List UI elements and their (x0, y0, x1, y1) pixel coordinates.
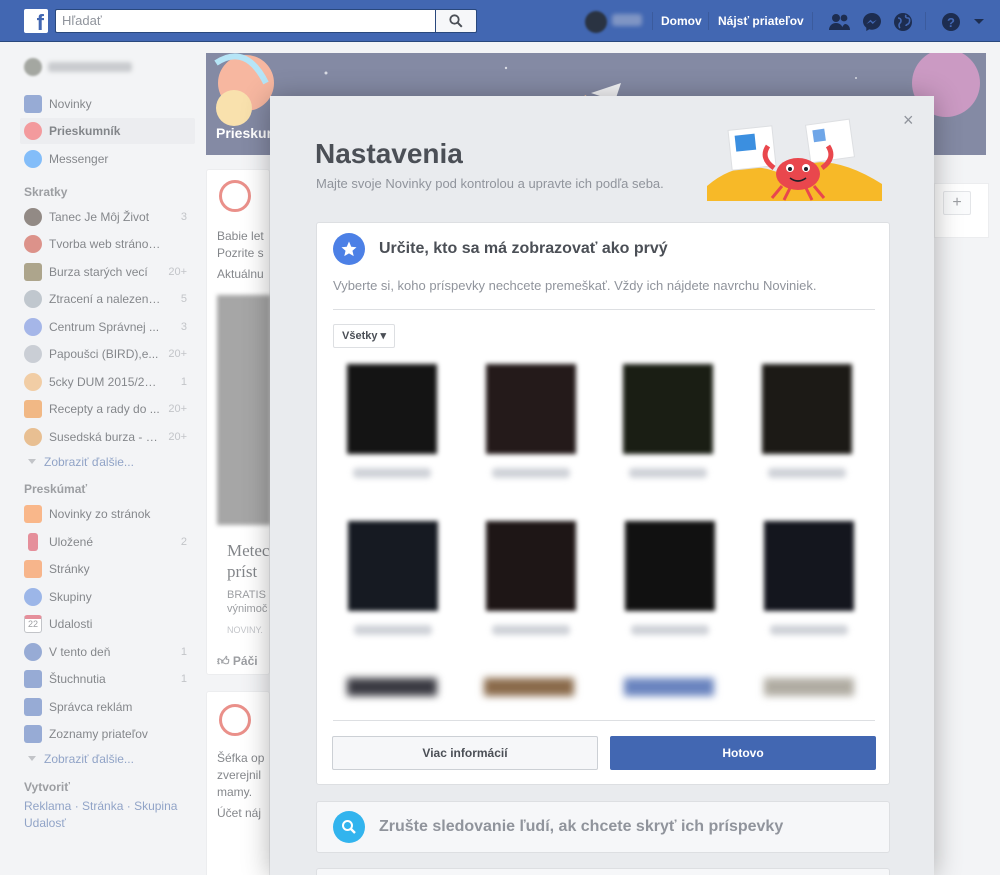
divider (925, 12, 926, 30)
card-description: Vyberte si, koho príspevky nechcete prem… (333, 278, 817, 293)
person-name-blurred (353, 468, 431, 478)
filter-dropdown[interactable]: Všetky ▾ (333, 324, 396, 348)
search-button[interactable] (435, 9, 477, 33)
person-photo-blurred (486, 521, 576, 611)
home-link[interactable]: Domov (661, 14, 702, 28)
person-photo-blurred (764, 678, 854, 696)
person-photo-blurred (484, 678, 574, 696)
news-feed-preferences-dialog: × Nastavenia Majte svoje Novinky pod kon… (270, 96, 934, 875)
more-info-button[interactable]: Viac informácií (332, 736, 598, 770)
person-tile[interactable] (748, 358, 868, 498)
done-button[interactable]: Hotovo (610, 736, 876, 770)
user-avatar[interactable] (585, 11, 607, 33)
person-tile[interactable] (609, 358, 729, 498)
close-icon[interactable]: × (903, 110, 914, 131)
see-first-card: Určite, kto sa má zobrazovať ako prvý Vy… (316, 222, 890, 785)
person-tile[interactable] (470, 670, 590, 718)
person-photo-blurred (486, 364, 576, 454)
account-menu-chevron-icon[interactable] (968, 11, 990, 33)
person-tile[interactable] (611, 515, 731, 655)
person-photo-blurred (624, 678, 714, 696)
person-tile[interactable] (750, 515, 870, 655)
crab-illustration (707, 118, 882, 201)
person-photo-blurred (762, 364, 852, 454)
facebook-logo-icon[interactable]: f (24, 9, 48, 35)
person-tile[interactable] (472, 515, 592, 655)
person-photo-blurred (348, 521, 438, 611)
person-name-blurred (629, 468, 707, 478)
messages-icon[interactable] (861, 11, 883, 33)
notifications-globe-icon[interactable] (892, 11, 914, 33)
divider (708, 12, 709, 30)
card-title: Zrušte sledovanie ľudí, ak chcete skryť … (379, 818, 784, 835)
card-header: Určite, kto sa má zobrazovať ako prvý (333, 233, 668, 265)
person-name-blurred (492, 468, 570, 478)
friend-requests-icon[interactable] (828, 11, 850, 33)
search-icon (449, 14, 463, 28)
search-input[interactable]: Hľadať (55, 9, 435, 33)
card-title: Určite, kto sa má zobrazovať ako prvý (379, 240, 668, 257)
person-name-blurred (768, 468, 846, 478)
user-name-blurred[interactable] (612, 14, 642, 26)
person-tile[interactable] (333, 358, 453, 498)
next-settings-card[interactable] (316, 868, 890, 875)
person-photo-blurred (347, 364, 437, 454)
dialog-subtitle: Majte svoje Novinky pod kontrolou a upra… (316, 176, 664, 191)
search-icon (333, 811, 365, 843)
person-tile[interactable] (334, 515, 454, 655)
divider (652, 12, 653, 30)
person-photo-blurred (347, 678, 437, 696)
person-photo-blurred (623, 364, 713, 454)
person-name-blurred (354, 625, 432, 635)
divider (333, 720, 875, 721)
person-name-blurred (492, 625, 570, 635)
star-icon (333, 233, 365, 265)
person-tile[interactable] (472, 358, 592, 498)
people-grid (333, 358, 877, 718)
person-tile[interactable] (750, 670, 870, 718)
person-name-blurred (770, 625, 848, 635)
top-bar: f Hľadať Domov Nájsť priateľov ? (0, 0, 1000, 42)
svg-text:?: ? (947, 15, 955, 30)
person-tile[interactable] (610, 670, 730, 718)
divider (333, 309, 875, 310)
help-icon[interactable]: ? (940, 11, 962, 33)
unfollow-card[interactable]: Zrušte sledovanie ľudí, ak chcete skryť … (316, 801, 890, 853)
person-tile[interactable] (333, 670, 453, 718)
card-header: Zrušte sledovanie ľudí, ak chcete skryť … (333, 811, 783, 843)
person-photo-blurred (625, 521, 715, 611)
dialog-title: Nastavenia (315, 138, 463, 169)
divider (812, 12, 813, 30)
find-friends-link[interactable]: Nájsť priateľov (718, 14, 804, 28)
person-photo-blurred (764, 521, 854, 611)
person-name-blurred (631, 625, 709, 635)
